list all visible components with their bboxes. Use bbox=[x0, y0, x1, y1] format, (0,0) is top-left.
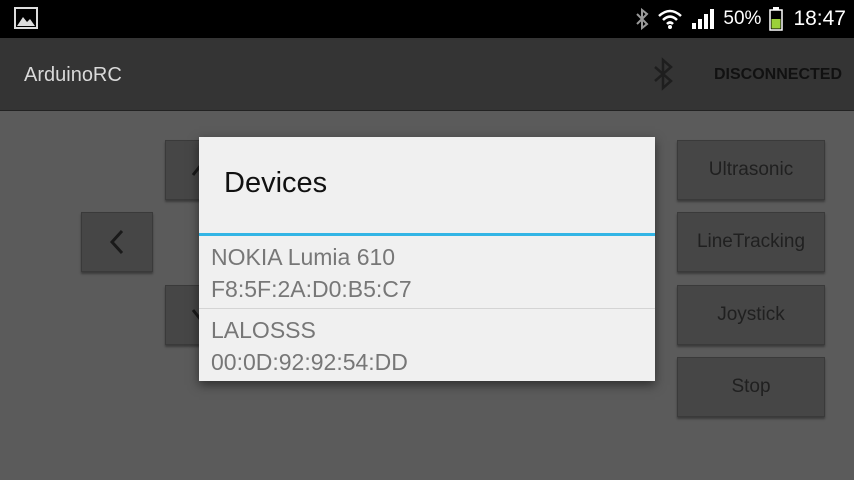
dialog-title: Devices bbox=[224, 167, 328, 199]
device-item[interactable]: LALOSSS 00:0D:92:92:54:DD bbox=[199, 309, 655, 381]
bluetooth-icon bbox=[636, 7, 649, 31]
picture-icon bbox=[14, 7, 38, 29]
action-bar: ArduinoRC DISCONNECTED bbox=[0, 38, 854, 111]
status-indicators: 50% 18:47 bbox=[635, 0, 846, 38]
device-name: LALOSSS bbox=[211, 317, 316, 343]
stop-button[interactable]: Stop bbox=[677, 357, 825, 417]
joystick-button[interactable]: Joystick bbox=[677, 285, 825, 345]
left-button[interactable] bbox=[81, 212, 153, 272]
battery-icon bbox=[769, 7, 784, 31]
device-address: F8:5F:2A:D0:B5:C7 bbox=[211, 276, 412, 302]
connection-status: DISCONNECTED bbox=[713, 66, 842, 83]
bluetooth-icon[interactable] bbox=[650, 57, 678, 91]
wifi-icon bbox=[658, 9, 683, 29]
battery-percent: 50% bbox=[723, 8, 762, 29]
status-bar: 50% 18:47 bbox=[0, 0, 854, 38]
app-title: ArduinoRC bbox=[24, 64, 122, 86]
clock: 18:47 bbox=[793, 7, 846, 30]
ultrasonic-button[interactable]: Ultrasonic bbox=[677, 140, 825, 200]
signal-icon bbox=[692, 9, 715, 29]
device-item[interactable]: NOKIA Lumia 610 F8:5F:2A:D0:B5:C7 bbox=[199, 236, 655, 309]
device-name: NOKIA Lumia 610 bbox=[211, 244, 396, 270]
linetracking-button[interactable]: LineTracking bbox=[677, 212, 825, 272]
chevron-left-icon bbox=[109, 229, 124, 255]
device-address: 00:0D:92:92:54:DD bbox=[211, 349, 408, 375]
devices-dialog: Devices NOKIA Lumia 610 F8:5F:2A:D0:B5:C… bbox=[199, 137, 655, 381]
